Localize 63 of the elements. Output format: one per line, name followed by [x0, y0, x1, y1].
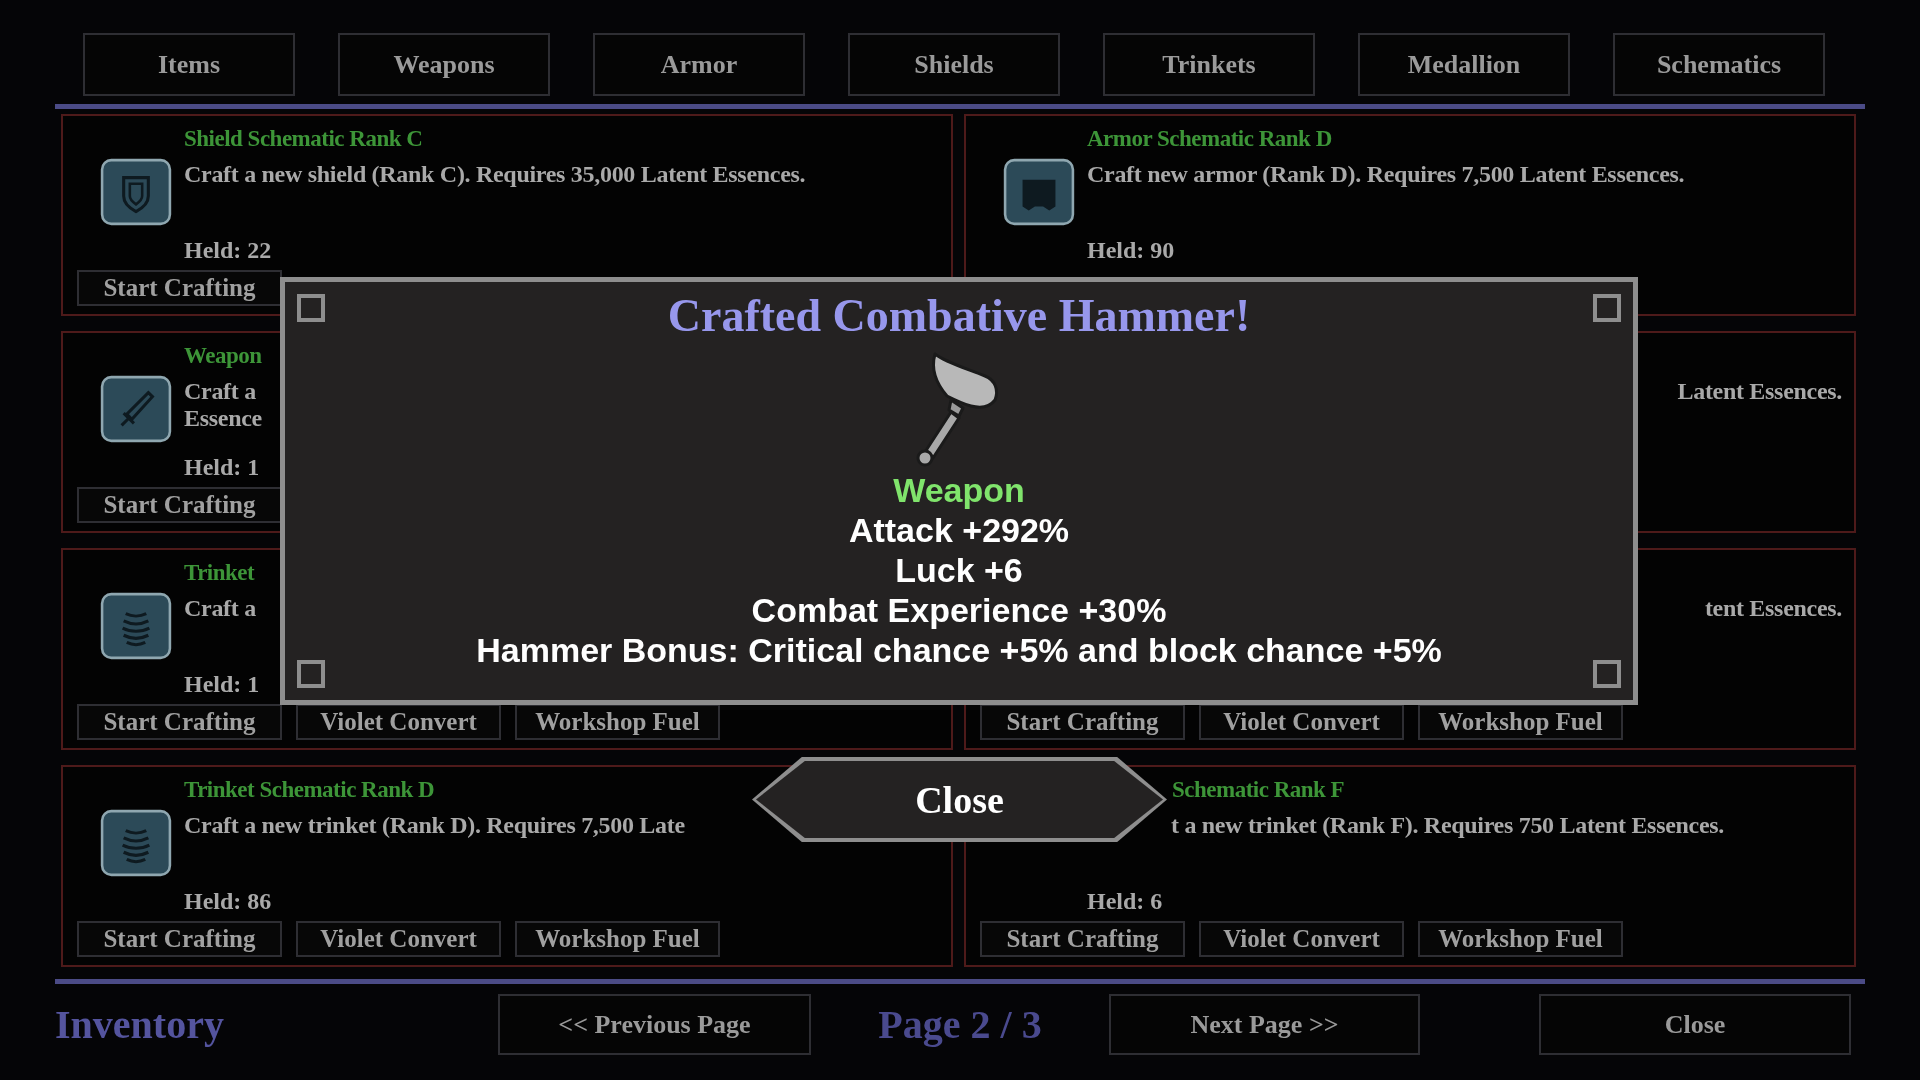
held-count: Held: 1 — [184, 670, 260, 698]
previous-page-button[interactable]: << Previous Page — [498, 994, 811, 1055]
card-description: Craft a new shield (Rank C). Requires 35,000 Latent Essences. — [184, 161, 806, 188]
action-button[interactable]: Start Crafting — [77, 270, 282, 306]
stat-line: Hammer Bonus: Critical chance +5% and block chance +5% — [476, 630, 1442, 670]
card-title: Trinket — [184, 559, 255, 587]
next-page-button[interactable]: Next Page >> — [1109, 994, 1420, 1055]
action-button[interactable]: Workshop Fuel — [515, 704, 720, 740]
close-button[interactable]: Close — [1539, 994, 1851, 1055]
corner-square — [297, 294, 325, 322]
tab[interactable]: Medallion — [1358, 33, 1570, 96]
action-button[interactable]: Start Crafting — [77, 487, 282, 523]
card-title: Armor Schematic Rank D — [1087, 125, 1332, 153]
corner-square — [1593, 660, 1621, 688]
held-count: Held: 22 — [184, 236, 272, 264]
card-title: Weapon — [184, 342, 262, 370]
tab[interactable]: Shields — [848, 33, 1060, 96]
action-button[interactable]: Workshop Fuel — [515, 921, 720, 957]
page-indicator: Page 2 / 3 — [877, 1001, 1043, 1048]
tab[interactable]: Items — [83, 33, 295, 96]
corner-square — [1593, 294, 1621, 322]
tab[interactable]: Trinkets — [1103, 33, 1315, 96]
card-description: Latent Essences. — [1677, 378, 1842, 405]
sword-icon — [99, 374, 173, 444]
action-button[interactable]: Violet Convert — [296, 704, 501, 740]
held-count: Held: 1 — [184, 453, 260, 481]
tab[interactable]: Armor — [593, 33, 805, 96]
action-button[interactable]: Workshop Fuel — [1418, 921, 1623, 957]
coil-icon — [99, 808, 173, 878]
action-button[interactable]: Start Crafting — [980, 704, 1185, 740]
item-category: Weapon — [893, 470, 1025, 510]
held-count: Held: 6 — [1087, 887, 1163, 915]
held-count: Held: 86 — [184, 887, 272, 915]
action-button[interactable]: Workshop Fuel — [1418, 704, 1623, 740]
stat-line: Combat Experience +30% — [751, 590, 1167, 630]
armor-icon — [1002, 157, 1076, 227]
card-description: Craft new armor (Rank D). Requires 7,500 Latent Essences. — [1087, 161, 1685, 188]
dialog-title: Crafted Combative Hammer! — [667, 289, 1251, 343]
shield-icon — [99, 157, 173, 227]
dialog-close-button[interactable]: Close — [752, 757, 1167, 842]
card-title: Schematic Rank F — [1171, 776, 1345, 804]
card-description: tent Essences. — [1704, 595, 1842, 622]
card-description: t a new trinket (Rank F). Requires 750 Latent Essences. — [1170, 812, 1725, 839]
action-button[interactable]: Violet Convert — [1199, 704, 1404, 740]
held-count: Held: 90 — [1087, 236, 1175, 264]
card-description: Craft a — [184, 595, 256, 622]
card-description: Craft a new trinket (Rank D). Requires 7,500 Late — [184, 812, 685, 839]
stat-line: Luck +6 — [895, 550, 1023, 590]
card-description: Essence — [184, 405, 262, 432]
panel-title: Inventory — [55, 1001, 225, 1048]
coil-icon — [99, 591, 173, 661]
tab[interactable]: Schematics — [1613, 33, 1825, 96]
action-button[interactable]: Start Crafting — [77, 921, 282, 957]
corner-square — [297, 660, 325, 688]
card-title: Shield Schematic Rank C — [184, 125, 423, 153]
action-button[interactable]: Start Crafting — [980, 921, 1185, 957]
action-button[interactable]: Start Crafting — [77, 704, 282, 740]
stat-line: Attack +292% — [848, 510, 1070, 550]
action-button[interactable]: Violet Convert — [1199, 921, 1404, 957]
card-title: Trinket Schematic Rank D — [184, 776, 435, 804]
card-description: Craft a — [184, 378, 256, 405]
action-button[interactable]: Violet Convert — [296, 921, 501, 957]
tab[interactable]: Weapons — [338, 33, 550, 96]
